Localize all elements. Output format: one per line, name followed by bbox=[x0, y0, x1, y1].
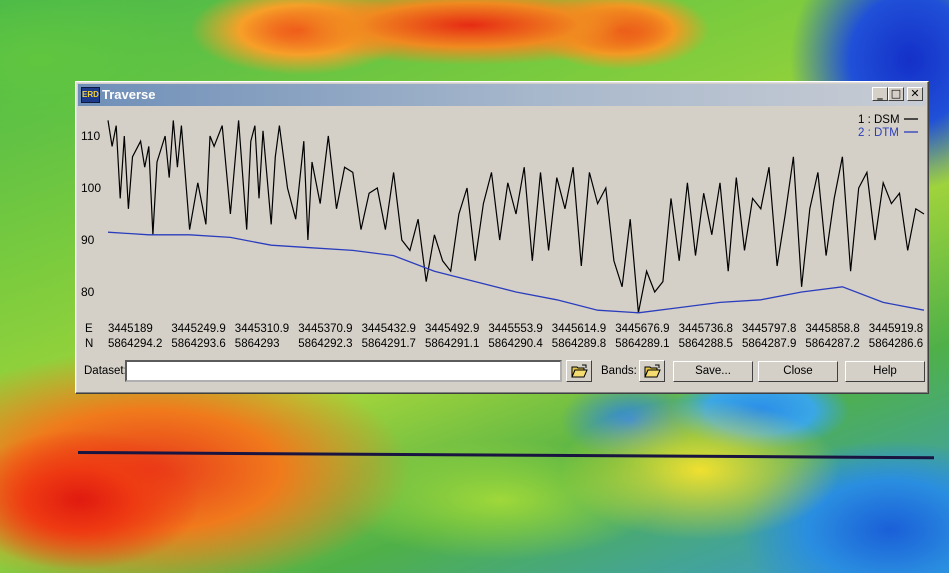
easting-value: 3445553.9 bbox=[488, 323, 543, 335]
profile-chart-svg: 80 90 100 110 1 : DSM2 : DTM bbox=[81, 114, 925, 314]
y-tick-label: 80 bbox=[81, 285, 95, 299]
northing-value: 5864291.7 bbox=[361, 338, 416, 350]
open-folder-icon bbox=[571, 364, 588, 378]
browse-dataset-button[interactable] bbox=[566, 360, 592, 382]
northing-value: 5864291.1 bbox=[425, 338, 480, 350]
northing-label: N bbox=[85, 338, 94, 350]
minimize-button[interactable]: _ bbox=[872, 87, 888, 101]
easting-value: 3445249.9 bbox=[171, 323, 226, 335]
dataset-label: Dataset: bbox=[84, 365, 127, 377]
close-button[interactable]: Close bbox=[758, 361, 838, 382]
northing-value: 5864287.9 bbox=[742, 338, 797, 350]
northing-value: 5864290.4 bbox=[488, 338, 543, 350]
northing-value: 5864293 bbox=[234, 338, 280, 350]
help-button[interactable]: Help bbox=[845, 361, 925, 382]
open-folder-icon bbox=[644, 364, 661, 378]
easting-value: 3445614.9 bbox=[551, 323, 607, 335]
northing-value: 5864287.2 bbox=[805, 338, 860, 350]
easting-value: 3445310.9 bbox=[234, 323, 290, 335]
y-tick-label: 90 bbox=[81, 233, 95, 247]
easting-row: E 3445189 3445249.9 3445310.9 3445370.9 3445… bbox=[78, 323, 926, 337]
easting-value: 3445858.8 bbox=[805, 323, 860, 335]
dsm-series-line bbox=[107, 120, 925, 313]
legend: 1 : DSM2 : DTM bbox=[858, 114, 918, 139]
northing-value: 5864293.6 bbox=[171, 338, 226, 350]
northing-value: 5864288.5 bbox=[678, 338, 733, 350]
title-bar[interactable]: ERD Traverse _ □ ✕ bbox=[78, 84, 926, 106]
save-button[interactable]: Save... bbox=[673, 361, 753, 382]
legend-entry-label: 2 : DTM bbox=[858, 127, 899, 139]
northing-row: N 5864294.2 5864293.6 5864293 5864292.3 5864… bbox=[78, 338, 926, 352]
close-window-button[interactable]: ✕ bbox=[907, 87, 923, 101]
bands-label: Bands: bbox=[601, 365, 637, 377]
maximize-button[interactable]: □ bbox=[888, 87, 904, 101]
legend-entry-label: 1 : DSM bbox=[858, 114, 900, 126]
easting-value: 3445676.9 bbox=[615, 323, 670, 335]
easting-value: 3445370.9 bbox=[298, 323, 353, 335]
northing-value: 5864289.8 bbox=[551, 338, 607, 350]
dataset-input[interactable] bbox=[125, 360, 562, 382]
browse-bands-button[interactable] bbox=[639, 360, 665, 382]
profile-chart: 80 90 100 110 1 : DSM 2 : DTM bbox=[78, 108, 926, 346]
easting-value: 3445432.9 bbox=[361, 323, 416, 335]
y-tick-label: 110 bbox=[81, 129, 100, 143]
dtm-series-line bbox=[107, 231, 925, 314]
northing-value: 5864292.3 bbox=[298, 338, 353, 350]
app-icon: ERD bbox=[81, 87, 100, 103]
easting-value: 3445797.8 bbox=[742, 323, 797, 335]
northing-value: 5864286.6 bbox=[868, 338, 924, 350]
traverse-window: ERD Traverse _ □ ✕ 80 90 100 110 1 : DSM 2 :… bbox=[75, 81, 929, 394]
window-title: Traverse bbox=[102, 87, 156, 102]
easting-value: 3445736.8 bbox=[678, 323, 733, 335]
easting-value: 3445189 bbox=[108, 323, 153, 335]
y-axis-ticks: 80 90 100 110 bbox=[81, 129, 101, 299]
y-tick-label: 100 bbox=[81, 181, 101, 195]
series-layer bbox=[107, 120, 925, 314]
easting-value: 3445919.8 bbox=[868, 323, 924, 335]
northing-value: 5864289.1 bbox=[615, 338, 670, 350]
northing-value: 5864294.2 bbox=[108, 338, 163, 350]
easting-label: E bbox=[85, 323, 93, 335]
easting-value: 3445492.9 bbox=[425, 323, 480, 335]
